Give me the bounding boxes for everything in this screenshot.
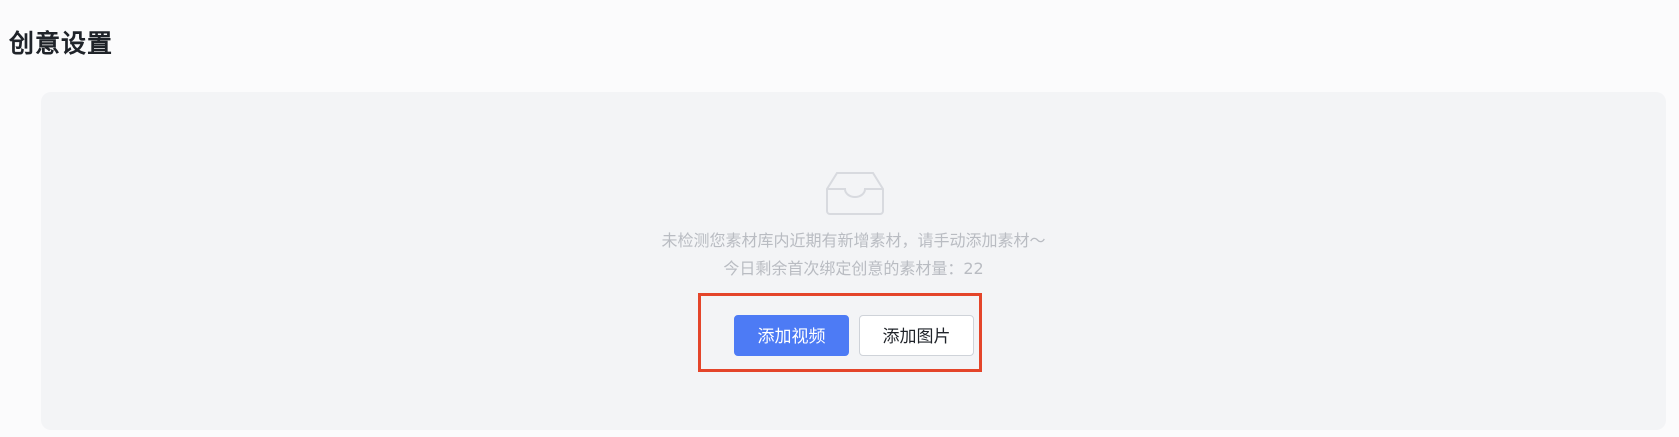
add-video-button[interactable]: 添加视频 [734, 315, 849, 356]
add-image-button[interactable]: 添加图片 [859, 315, 974, 356]
empty-state-panel: 未检测您素材库内近期有新增素材，请手动添加素材～ 今日剩余首次绑定创意的素材量：… [41, 92, 1666, 430]
empty-message: 未检测您素材库内近期有新增素材，请手动添加素材～ [661, 231, 1046, 250]
page: 创意设置 未检测您素材库内近期有新增素材，请手动添加素材～ 今日剩余首次绑定创意… [0, 0, 1679, 437]
remaining-quota-text: 今日剩余首次绑定创意的素材量：22 [723, 259, 984, 278]
inbox-icon [826, 172, 884, 215]
section-title: 创意设置 [9, 29, 114, 58]
